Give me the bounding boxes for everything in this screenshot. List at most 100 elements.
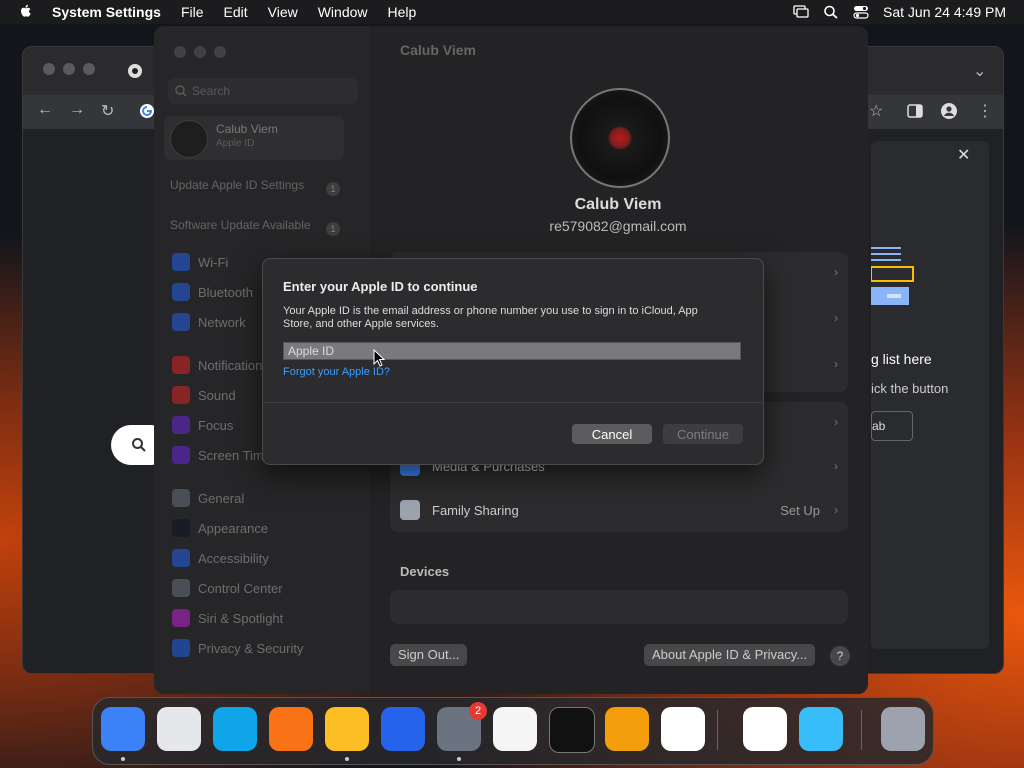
sidebar-item-icon <box>172 386 190 404</box>
sidebar-item-icon <box>172 356 190 374</box>
sidebar-search-field[interactable]: Search <box>168 78 358 104</box>
chrome-icon[interactable] <box>325 707 369 751</box>
sidebar-item-icon <box>172 579 190 597</box>
sidebar-item-privacy-security[interactable]: Privacy & Security <box>172 638 303 658</box>
sidebar-user-name: Calub Viem <box>216 122 278 136</box>
apple-id-dialog: Enter your Apple ID to continue Your App… <box>262 258 764 465</box>
dock-separator <box>861 710 862 750</box>
launchpad-icon[interactable] <box>157 707 201 751</box>
minimize-icon[interactable] <box>63 63 75 75</box>
continue-button[interactable]: Continue <box>663 424 743 444</box>
dialog-title: Enter your Apple ID to continue <box>283 279 478 294</box>
apple-id-input[interactable] <box>283 342 741 360</box>
sidebar-item-network[interactable]: Network <box>172 312 246 332</box>
sidebar-item-control-center[interactable]: Control Center <box>172 578 283 598</box>
sidebar-software-update[interactable]: Software Update Available 1 <box>170 218 340 236</box>
textedit-icon[interactable] <box>493 707 537 751</box>
bookmark-star-icon[interactable]: ☆ <box>869 101 883 121</box>
panel-heading: g list here <box>871 351 932 367</box>
visual-studio-icon[interactable] <box>743 707 787 751</box>
sidebar-item-screen-time[interactable]: Screen Time <box>172 445 271 465</box>
finder-icon[interactable] <box>101 707 145 751</box>
close-icon[interactable] <box>43 63 55 75</box>
update-badge: 1 <box>326 182 340 196</box>
sidebar-item-wi-fi[interactable]: Wi-Fi <box>172 252 228 272</box>
vscode-icon[interactable] <box>661 707 705 751</box>
panel-description: ick the button <box>871 381 949 396</box>
panel-close-icon[interactable]: ✕ <box>957 145 970 165</box>
sidebar-item-icon <box>172 446 190 464</box>
safari-icon[interactable] <box>213 707 257 751</box>
dialog-divider <box>263 402 763 403</box>
dock-separator <box>717 710 718 750</box>
zoom-icon[interactable] <box>214 46 226 58</box>
chrome-menu-icon[interactable]: ⋮ <box>977 101 993 121</box>
profile-avatar[interactable] <box>570 88 670 188</box>
dialog-message: Your Apple ID is the email address or ph… <box>283 305 698 330</box>
family-sharing-icon <box>400 500 420 520</box>
menu-help[interactable]: Help <box>388 4 417 20</box>
close-icon[interactable] <box>174 46 186 58</box>
chrome-tab-favicon-icon[interactable] <box>127 63 143 84</box>
mouse-cursor-icon <box>373 349 385 367</box>
tab-search-chevron-icon[interactable]: ⌄ <box>973 61 986 81</box>
sidebar-apple-id[interactable]: Calub Viem Apple ID <box>164 116 344 160</box>
forgot-apple-id-link[interactable]: Forgot your Apple ID? <box>283 366 390 378</box>
profile-icon[interactable] <box>941 103 957 124</box>
sidebar-item-bluetooth[interactable]: Bluetooth <box>172 282 253 302</box>
google-icon <box>139 103 155 124</box>
avatar <box>170 120 208 158</box>
help-button[interactable]: ? <box>830 646 850 666</box>
trash-icon[interactable] <box>881 707 925 751</box>
forward-arrow-icon[interactable]: → <box>69 101 85 119</box>
sidebar-item-general[interactable]: General <box>172 488 244 508</box>
sidebar-update-apple-id[interactable]: Update Apple ID Settings 1 <box>170 178 340 196</box>
back-arrow-icon[interactable]: ← <box>37 101 53 119</box>
menu-clock[interactable]: Sat Jun 24 4:49 PM <box>883 4 1006 20</box>
sidebar-item-accessibility[interactable]: Accessibility <box>172 548 269 568</box>
terminal-icon[interactable] <box>549 707 595 753</box>
sidebar-item-icon <box>172 549 190 567</box>
sidebar-item-icon <box>172 519 190 537</box>
dock <box>92 697 934 765</box>
menu-window[interactable]: Window <box>318 4 368 20</box>
chevron-right-icon: › <box>834 357 838 371</box>
control-center-icon[interactable] <box>853 5 869 19</box>
running-indicator <box>345 757 349 761</box>
spotlight-search-icon[interactable] <box>823 5 839 19</box>
screen-mirroring-icon[interactable] <box>793 5 809 19</box>
cancel-button[interactable]: Cancel <box>572 424 652 444</box>
weather-icon[interactable] <box>799 707 843 751</box>
garageband-icon[interactable] <box>605 707 649 751</box>
sidebar-item-icon <box>172 283 190 301</box>
sidebar-item-appearance[interactable]: Appearance <box>172 518 268 538</box>
family-sharing-row[interactable]: Family Sharing Set Up › <box>390 490 848 530</box>
menu-view[interactable]: View <box>268 4 298 20</box>
menu-file[interactable]: File <box>181 4 204 20</box>
app-store-icon[interactable] <box>381 707 425 751</box>
about-apple-id-button[interactable]: About Apple ID & Privacy... <box>644 644 816 666</box>
running-indicator <box>121 757 125 761</box>
panel-add-tab-button[interactable]: ab <box>871 411 913 441</box>
sidebar-item-icon <box>172 416 190 434</box>
chevron-right-icon: › <box>834 415 838 429</box>
user-name: Calub Viem <box>574 196 662 213</box>
chrome-traffic-lights <box>43 63 95 75</box>
zoom-icon[interactable] <box>83 63 95 75</box>
sidebar-item-notifications[interactable]: Notifications <box>172 355 269 375</box>
sidebar-item-icon <box>172 639 190 657</box>
firefox-icon[interactable] <box>269 707 313 751</box>
apple-menu-icon[interactable] <box>18 3 38 22</box>
side-panel-icon[interactable] <box>907 103 923 124</box>
sidebar-item-sound[interactable]: Sound <box>172 385 236 405</box>
sidebar-item-icon <box>172 253 190 271</box>
reload-icon[interactable]: ↻ <box>101 101 114 121</box>
menu-app-name[interactable]: System Settings <box>52 4 161 20</box>
sidebar-item-focus[interactable]: Focus <box>172 415 233 435</box>
sidebar-item-icon <box>172 313 190 331</box>
minimize-icon[interactable] <box>194 46 206 58</box>
sign-out-button[interactable]: Sign Out... <box>390 644 468 666</box>
running-indicator <box>457 757 461 761</box>
sidebar-item-siri-spotlight[interactable]: Siri & Spotlight <box>172 608 283 628</box>
menu-edit[interactable]: Edit <box>224 4 248 20</box>
